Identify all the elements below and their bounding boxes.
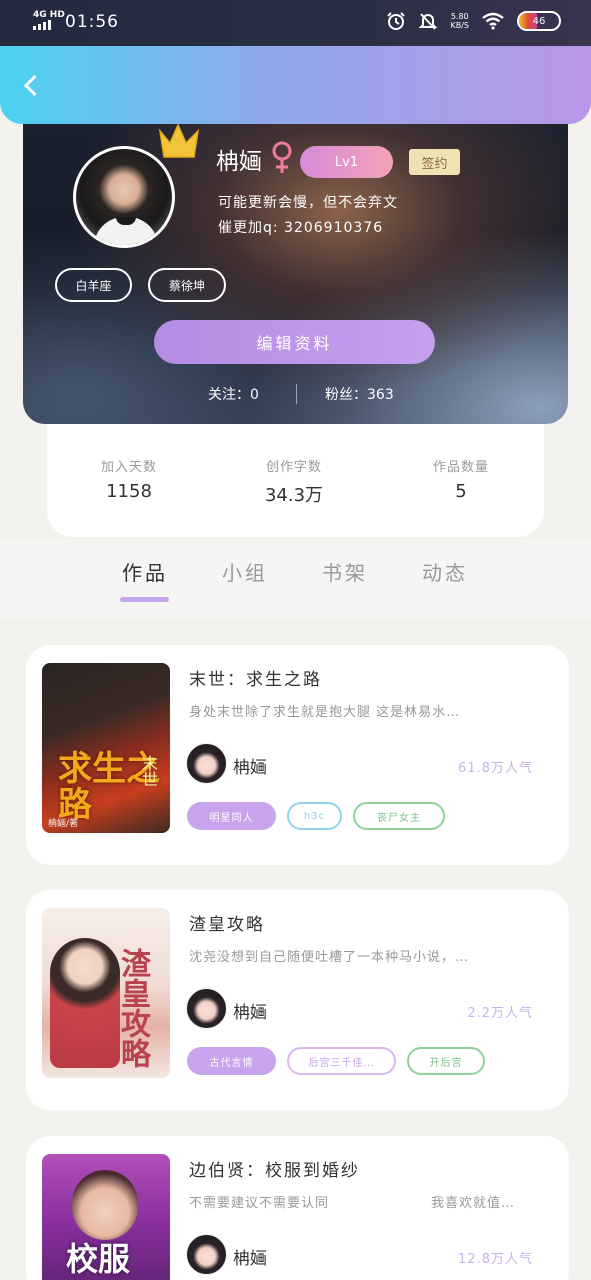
author-avatar[interactable] (186, 1234, 227, 1275)
author-name[interactable]: 柟婳 (233, 998, 267, 1023)
book-title[interactable]: 末世：求生之路 (189, 665, 322, 690)
stat-label: 创作字数 (265, 460, 322, 475)
mute-icon (419, 13, 438, 30)
tab-groups[interactable]: 小组 (222, 557, 268, 586)
fans-count[interactable]: 粉丝：363 (325, 384, 394, 404)
tab-bookshelf[interactable]: 书架 (322, 557, 368, 586)
book-card[interactable]: 渣皇攻略 渣皇攻略 沈尧没想到自己随便吐槽了一本种马小说，… 柟婳 2.2万人气… (26, 890, 569, 1110)
book-tag[interactable]: 古代言情 (187, 1047, 276, 1075)
book-cover[interactable]: 求生之路 末世 柟婳/著 (42, 663, 170, 833)
book-card[interactable]: 求生之路 末世 柟婳/著 末世：求生之路 身处末世除了求生就是抱大腿 这是林易水… (26, 645, 569, 865)
stat-join-days: 加入天数 1158 (59, 456, 199, 502)
stat-value: 1158 (106, 481, 152, 502)
profile-tag-idol[interactable]: 蔡徐坤 (148, 268, 226, 302)
book-tag[interactable]: h3c (287, 802, 342, 830)
author-name[interactable]: 柟婳 (233, 753, 267, 778)
stat-word-count: 创作字数 34.3万 (224, 456, 364, 507)
tab-feed[interactable]: 动态 (422, 557, 468, 586)
divider (296, 384, 297, 404)
stats-panel: 加入天数 1158 创作字数 34.3万 作品数量 5 (47, 424, 544, 537)
stat-label: 作品数量 (432, 460, 489, 475)
stat-works-count: 作品数量 5 (391, 456, 531, 502)
book-tag[interactable]: 开后宫 (407, 1047, 485, 1075)
stat-value: 5 (455, 481, 467, 502)
book-description: 沈尧没想到自己随便吐槽了一本种马小说，… (189, 950, 470, 965)
top-header (0, 46, 591, 124)
user-name: 柟婳 (216, 149, 262, 175)
status-bar: 4G HD 01:56 5.80 KB/S 46 (0, 0, 591, 46)
alarm-icon (387, 12, 406, 30)
book-tag[interactable]: 后宫三千佳… (287, 1047, 396, 1075)
battery-icon: 46 (517, 11, 561, 31)
network-indicator: 4G HD (33, 10, 65, 20)
book-tag[interactable]: 明星同人 (187, 802, 276, 830)
female-icon (272, 141, 292, 173)
content-tabs: 作品 小组 书架 动态 (0, 540, 591, 618)
book-description: 身处末世除了求生就是抱大腿 这是林易水… (189, 705, 461, 720)
profile-card: 柟婳 Lv1 签约 可能更新会慢，但不会弃文 催更加q: 3206910376 … (23, 96, 568, 424)
wifi-icon (482, 12, 504, 30)
crown-icon (158, 123, 200, 158)
popularity: 12.8万人气 (458, 1252, 533, 1267)
book-tag[interactable]: 丧尸女主 (353, 802, 445, 830)
level-badge: Lv1 (300, 146, 393, 178)
cover-subtitle: 末世 (139, 755, 158, 787)
user-avatar[interactable] (73, 146, 175, 248)
book-title[interactable]: 渣皇攻略 (189, 910, 265, 935)
cover-author: 柟婳/著 (48, 819, 79, 829)
back-arrow-icon[interactable] (18, 72, 46, 100)
author-avatar[interactable] (186, 743, 227, 784)
popularity: 2.2万人气 (467, 1006, 533, 1021)
book-description: 不需要建议不需要认同 (189, 1196, 330, 1211)
book-cover[interactable]: 渣皇攻略 (42, 908, 170, 1078)
bio-line-1: 可能更新会慢，但不会弃文 (218, 195, 398, 211)
book-cover[interactable]: 校服 (42, 1154, 170, 1280)
book-description-tail: 我喜欢就值… (431, 1196, 516, 1211)
net-speed: 5.80 KB/S (450, 12, 469, 30)
cover-title: 渣皇攻略 (115, 948, 150, 1068)
stat-value: 34.3万 (264, 485, 324, 506)
signal-icon (33, 20, 51, 30)
book-card[interactable]: 校服 边伯贤：校服到婚纱 不需要建议不需要认同 我喜欢就值… 柟婳 12.8万人… (26, 1136, 569, 1280)
signed-badge: 签约 (409, 149, 460, 175)
author-name[interactable]: 柟婳 (233, 1244, 267, 1269)
active-tab-indicator (120, 597, 169, 602)
book-title[interactable]: 边伯贤：校服到婚纱 (189, 1156, 360, 1181)
stat-label: 加入天数 (100, 460, 157, 475)
clock: 01:56 (65, 12, 119, 32)
author-avatar[interactable] (186, 988, 227, 1029)
following-count[interactable]: 关注：0 (208, 384, 259, 404)
cover-title: 校服 (66, 1240, 131, 1278)
popularity: 61.8万人气 (458, 761, 533, 776)
profile-tag-zodiac[interactable]: 白羊座 (55, 268, 132, 302)
bio-line-2: 催更加q: 3206910376 (218, 220, 384, 236)
tab-works[interactable]: 作品 (122, 557, 168, 586)
edit-profile-button[interactable]: 编辑资料 (154, 320, 435, 364)
